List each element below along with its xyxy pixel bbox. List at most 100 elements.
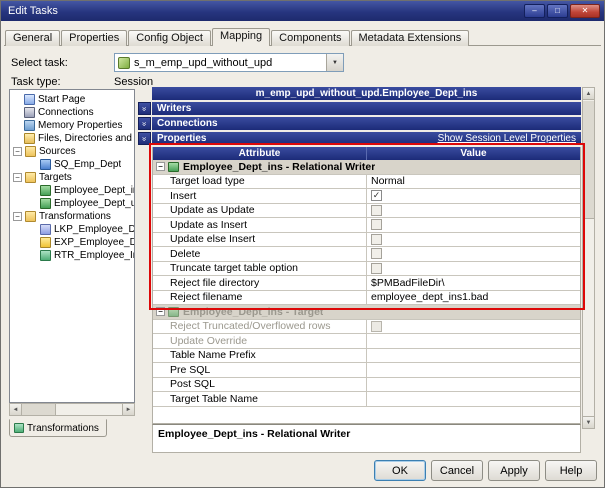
value-reject-filename[interactable]: employee_dept_ins1.bad [367, 291, 580, 305]
tree-expander-minus-icon[interactable]: − [13, 212, 22, 221]
tree-item-sq-emp-dept[interactable]: SQ_Emp_Dept [10, 158, 134, 171]
tab-mapping[interactable]: Mapping [211, 28, 271, 46]
value-update-as-update[interactable] [367, 204, 580, 218]
tree-horizontal-scrollbar[interactable]: ◄ ► [9, 403, 135, 416]
checkbox-reject-truncated-overflowed-rows[interactable] [371, 320, 382, 332]
tree-item-label: Start Page [38, 94, 86, 105]
tree-item-label: SQ_Emp_Dept [54, 159, 122, 170]
tree-item-lkp-employee-dept[interactable]: LKP_Employee_Dept [10, 223, 134, 236]
scroll-down-icon[interactable]: ▼ [583, 416, 594, 428]
value-pre-sql[interactable] [367, 363, 580, 377]
transformations-tab-label: Transformations [27, 422, 99, 434]
tree-item-start-page[interactable]: Start Page [10, 93, 134, 106]
tab-general[interactable]: General [5, 30, 61, 46]
ok-button[interactable]: OK [374, 460, 426, 481]
scroll-right-icon[interactable]: ► [122, 404, 134, 415]
properties-section-bar[interactable]: Properties Show Session Level Properties [152, 132, 581, 145]
tree-item-rtr-employee-ins-u[interactable]: RTR_Employee_Ins_U [10, 249, 134, 262]
value-table-name-prefix[interactable] [367, 349, 580, 363]
tree-item-label: Transformations [39, 211, 111, 222]
collapse-properties-chevron-icon[interactable]: » [138, 132, 151, 145]
tree-expander-minus-icon[interactable]: − [13, 147, 22, 156]
title-bar[interactable]: Edit Tasks – □ ✕ [1, 1, 604, 21]
tab-config-object[interactable]: Config Object [128, 30, 211, 46]
checkbox-update-else-insert[interactable] [371, 233, 382, 245]
value-target-load-type[interactable]: Normal [367, 175, 580, 189]
transformations-bottom-tab[interactable]: Transformations [9, 419, 107, 437]
property-group-employee-dept-ins-target[interactable]: − Employee_Dept_ins - Target [153, 305, 580, 320]
checkbox-insert[interactable]: ✓ [371, 190, 382, 202]
checkbox-update-as-update[interactable] [371, 204, 382, 216]
attribute-column-header[interactable]: Attribute [153, 147, 367, 160]
tree-item-connections[interactable]: Connections [10, 106, 134, 119]
tree-item-files-directories-and-com[interactable]: Files, Directories and Com [10, 132, 134, 145]
value-reject-truncated-overflowed-rows[interactable] [367, 320, 580, 334]
cancel-button[interactable]: Cancel [431, 460, 483, 481]
table-row: Reject Truncated/Overflowed rows [153, 319, 580, 334]
tree-item-label: Files, Directories and Com [38, 133, 134, 144]
value-update-else-insert[interactable] [367, 233, 580, 247]
apply-button[interactable]: Apply [488, 460, 540, 481]
value-column-header[interactable]: Value [367, 147, 580, 160]
target-icon [40, 198, 51, 209]
attribute-delete: Delete [153, 247, 367, 261]
tree-item-label: Employee_Dept_ins [54, 185, 134, 196]
value-insert[interactable]: ✓ [367, 189, 580, 203]
checkbox-update-as-insert[interactable] [371, 219, 382, 231]
writers-section-bar[interactable]: Writers [152, 102, 581, 115]
connections-section-label: Connections [157, 118, 218, 129]
tree-item-employee-dept-ins[interactable]: Employee_Dept_ins [10, 184, 134, 197]
tree-item-label: LKP_Employee_Dept [54, 224, 134, 235]
group-expander-minus-icon[interactable]: − [156, 307, 165, 317]
scroll-up-icon[interactable]: ▲ [583, 88, 594, 100]
table-row: Truncate target table option [153, 261, 580, 276]
table-row: Insert ✓ [153, 189, 580, 204]
collapse-connections-chevron-icon[interactable]: » [138, 117, 151, 130]
tree-expander-minus-icon[interactable]: − [13, 173, 22, 182]
tree-item-targets[interactable]: − Targets [10, 171, 134, 184]
minimize-icon[interactable]: – [524, 4, 545, 18]
chevron-down-icon[interactable]: ▼ [326, 54, 343, 71]
help-button[interactable]: Help [545, 460, 597, 481]
tree-item-transformations[interactable]: − Transformations [10, 210, 134, 223]
task-type-label: Task type: [11, 76, 61, 88]
value-delete[interactable] [367, 247, 580, 261]
value-target-table-name[interactable] [367, 392, 580, 406]
property-group-employee-dept-ins-relational-writer[interactable]: − Employee_Dept_ins - Relational Writer [153, 160, 580, 175]
value-reject-file-directory[interactable]: $PMBadFileDir\ [367, 276, 580, 290]
scrollbar-track[interactable] [56, 404, 122, 415]
tree-item-sources[interactable]: − Sources [10, 145, 134, 158]
task-select-combobox[interactable]: s_m_emp_upd_without_upd ▼ [114, 53, 344, 72]
transformations-tab-icon [14, 423, 24, 433]
show-session-level-properties-link[interactable]: Show Session Level Properties [438, 133, 576, 144]
value-update-as-insert[interactable] [367, 218, 580, 232]
target-icon [168, 161, 179, 172]
panel-vertical-scrollbar[interactable]: ▲ ▼ [582, 87, 595, 429]
close-icon[interactable]: ✕ [570, 4, 600, 18]
collapse-writers-chevron-icon[interactable]: » [138, 102, 151, 115]
group-title: Employee_Dept_ins - Target [183, 305, 324, 318]
target-icon [168, 306, 179, 317]
scrollbar-thumb[interactable] [22, 404, 56, 415]
value-truncate-target-table-option[interactable] [367, 262, 580, 276]
maximize-icon[interactable]: □ [547, 4, 568, 18]
checkbox-truncate-target-table-option[interactable] [371, 262, 382, 274]
table-row: Post SQL [153, 377, 580, 392]
source-qualifier-icon [40, 159, 51, 170]
tab-metadata-extensions[interactable]: Metadata Extensions [350, 30, 470, 46]
value-update-override[interactable] [367, 334, 580, 348]
start-page-icon [24, 94, 35, 105]
checkbox-delete[interactable] [371, 248, 382, 260]
tab-properties[interactable]: Properties [61, 30, 128, 46]
scrollbar-thumb-vertical[interactable] [583, 101, 594, 219]
task-navigation-tree: Start Page Connections Memory Properties Fi… [9, 89, 135, 403]
tab-components[interactable]: Components [271, 30, 350, 46]
tree-item-employee-dept-upd[interactable]: Employee_Dept_upd [10, 197, 134, 210]
connections-section-bar[interactable]: Connections [152, 117, 581, 130]
group-expander-minus-icon[interactable]: − [156, 162, 165, 172]
value-post-sql[interactable] [367, 378, 580, 392]
tree-item-exp-employee-dept[interactable]: EXP_Employee_Dept [10, 236, 134, 249]
tree-item-memory-properties[interactable]: Memory Properties [10, 119, 134, 132]
scroll-left-icon[interactable]: ◄ [10, 404, 22, 415]
edit-tasks-dialog: Edit Tasks – □ ✕ General Properties Config… [0, 0, 605, 488]
